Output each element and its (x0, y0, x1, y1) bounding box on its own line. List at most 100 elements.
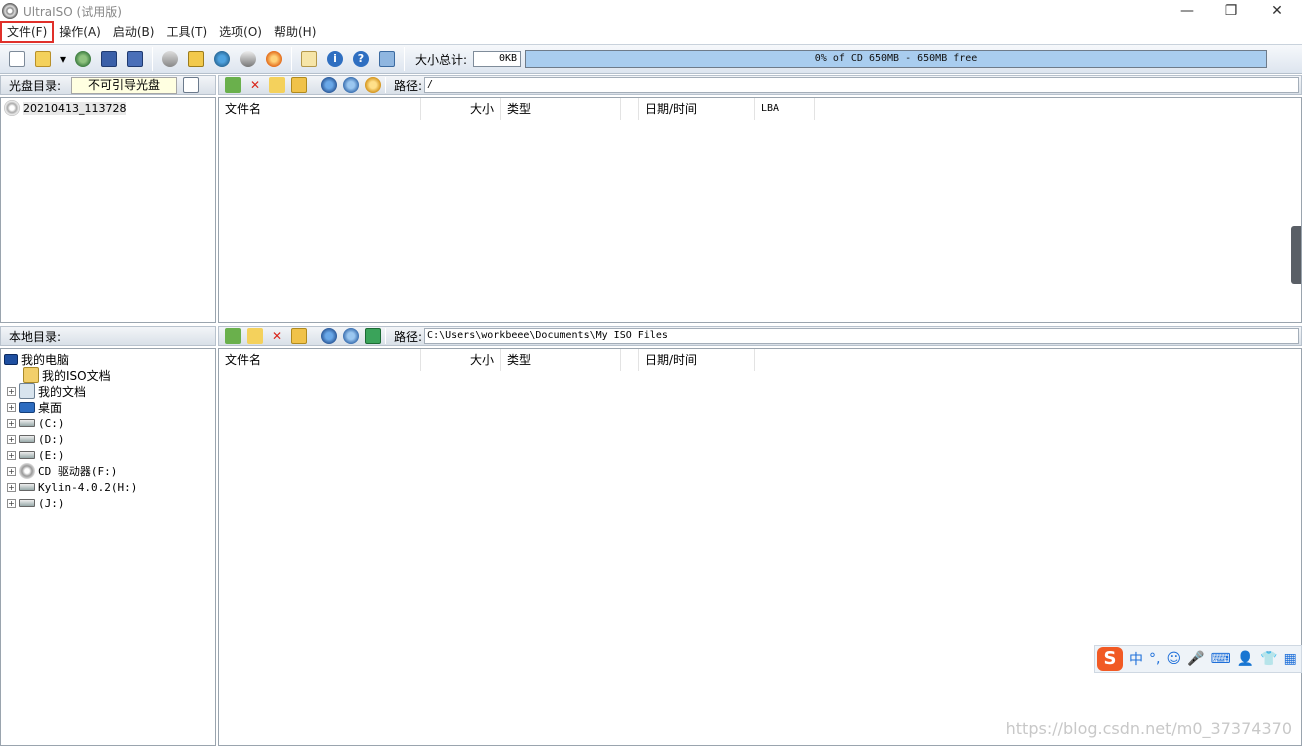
burn-button[interactable] (263, 48, 285, 70)
col-size[interactable]: 大小 (421, 349, 501, 371)
exit-button[interactable] (376, 48, 398, 70)
tree-drive-c[interactable]: + (C:) (7, 415, 65, 431)
close-button[interactable]: ✕ (1254, 0, 1300, 22)
settings-gear-icon[interactable] (343, 77, 359, 93)
expand-icon[interactable]: + (7, 482, 16, 492)
col-filename[interactable]: 文件名 (219, 98, 421, 120)
menu-options[interactable]: 选项(O) (213, 22, 268, 42)
delete-icon[interactable]: ✕ (247, 77, 263, 93)
ime-user-icon[interactable]: 👤 (1237, 651, 1254, 667)
boot-status: 不可引导光盘 (71, 76, 178, 94)
col-datetime[interactable]: 日期/时间 (639, 98, 755, 120)
refresh-icon[interactable] (365, 328, 381, 344)
tree-drive-h[interactable]: + Kylin-4.0.2(H:) (7, 479, 137, 495)
expand-icon[interactable]: + (7, 450, 16, 460)
expand-icon[interactable]: + (7, 402, 16, 412)
up-arrow-icon[interactable] (225, 328, 241, 344)
extract-button[interactable] (185, 48, 207, 70)
ime-keyboard-icon[interactable]: ⌨ (1211, 651, 1231, 667)
new-button[interactable] (6, 48, 28, 70)
rename-icon[interactable] (365, 77, 381, 93)
iso-path-field[interactable]: / (424, 77, 1299, 93)
expand-icon[interactable]: + (7, 386, 16, 396)
tree-drive-d[interactable]: + (D:) (7, 431, 65, 447)
menu-bootable[interactable]: 启动(B) (107, 22, 161, 42)
tree-drive-e[interactable]: + (E:) (7, 447, 65, 463)
open-cd-button[interactable] (72, 48, 94, 70)
tree-drive-f[interactable]: + CD 驱动器(F:) (7, 463, 117, 479)
hard-drive-icon (19, 499, 35, 507)
restore-button[interactable]: ❐ (1208, 0, 1254, 22)
open-dropdown-button[interactable]: ▾ (58, 48, 68, 70)
hard-drive-icon (19, 435, 35, 443)
tree-desktop[interactable]: + 桌面 (7, 399, 62, 415)
compress-button[interactable] (211, 48, 233, 70)
expand-icon[interactable]: + (7, 498, 16, 508)
col-size[interactable]: 大小 (421, 98, 501, 120)
info-icon: i (327, 51, 343, 67)
mount-button[interactable] (237, 48, 259, 70)
add-files-icon[interactable] (321, 77, 337, 93)
toolbar-separator (404, 47, 405, 71)
col-spacer (621, 349, 639, 371)
local-path-label: 路径: (394, 329, 423, 344)
help-icon: ? (353, 51, 369, 67)
expand-icon[interactable]: + (7, 434, 16, 444)
help-button[interactable]: ? (350, 48, 372, 70)
ime-punctuation-icon[interactable]: °, (1149, 651, 1160, 667)
tree-my-iso-docs[interactable]: 我的ISO文档 (23, 367, 111, 383)
iso-root-node[interactable]: 20210413_113728 (4, 100, 127, 116)
minimize-button[interactable]: — (1164, 0, 1210, 22)
new-folder-icon[interactable] (247, 328, 263, 344)
info-button[interactable]: i (324, 48, 346, 70)
properties-icon (301, 51, 317, 67)
up-arrow-icon[interactable] (225, 77, 241, 93)
boot-properties-icon[interactable] (183, 77, 200, 93)
menu-help[interactable]: 帮助(H) (268, 22, 322, 42)
properties-button[interactable] (298, 48, 320, 70)
ime-skin-icon[interactable]: 👕 (1260, 651, 1277, 667)
virtual-drive-icon (240, 51, 256, 67)
ime-voice-icon[interactable]: 🎤 (1187, 651, 1204, 667)
usb-drive-icon (19, 483, 35, 491)
col-spacer (621, 98, 639, 120)
expand-icon[interactable]: + (7, 418, 16, 428)
menu-file[interactable]: 文件(F) (0, 21, 55, 43)
header-separator (385, 77, 386, 93)
local-path-field[interactable]: C:\Users\workbeee\Documents\My ISO Files (424, 328, 1299, 344)
ime-chinese-mode[interactable]: 中 (1129, 649, 1143, 669)
folder-icon[interactable] (291, 77, 307, 93)
menu-actions[interactable]: 操作(A) (53, 22, 107, 42)
tree-my-computer[interactable]: 我的电脑 (4, 351, 69, 367)
add-files-icon[interactable] (321, 328, 337, 344)
sogou-logo-icon[interactable]: S (1097, 647, 1123, 671)
settings-gear-icon[interactable] (343, 328, 359, 344)
header-separator (385, 328, 386, 344)
hard-drive-icon (19, 451, 35, 459)
folder-icon[interactable] (291, 328, 307, 344)
col-type[interactable]: 类型 (501, 98, 621, 120)
monitor-icon (188, 51, 204, 67)
col-filename[interactable]: 文件名 (219, 349, 421, 371)
menu-tools[interactable]: 工具(T) (160, 22, 213, 42)
tree-my-documents[interactable]: + 我的文档 (7, 383, 86, 399)
open-button[interactable] (32, 48, 54, 70)
col-lba[interactable]: LBA (755, 98, 815, 120)
ime-emoji-icon[interactable]: ☺ (1166, 651, 1181, 667)
save-button[interactable] (98, 48, 120, 70)
side-panel-grip[interactable] (1291, 226, 1301, 284)
delete-icon[interactable]: ✕ (269, 328, 285, 344)
hard-drive-icon (19, 419, 35, 427)
col-type[interactable]: 类型 (501, 349, 621, 371)
col-datetime[interactable]: 日期/时间 (639, 349, 755, 371)
ime-toolbox-icon[interactable]: ▦ (1284, 651, 1297, 667)
ime-toolbar: S 中 °, ☺ 🎤 ⌨ 👤 👕 ▦ (1094, 645, 1302, 673)
save-as-button[interactable] (124, 48, 146, 70)
expand-icon[interactable]: + (7, 466, 16, 476)
app-disc-icon (2, 3, 18, 19)
iso-root-label: 20210413_113728 (23, 101, 127, 115)
tree-drive-j[interactable]: + (J:) (7, 495, 65, 511)
new-folder-icon[interactable] (269, 77, 285, 93)
make-cd-image-button[interactable] (159, 48, 181, 70)
save-disk-icon (101, 51, 117, 67)
